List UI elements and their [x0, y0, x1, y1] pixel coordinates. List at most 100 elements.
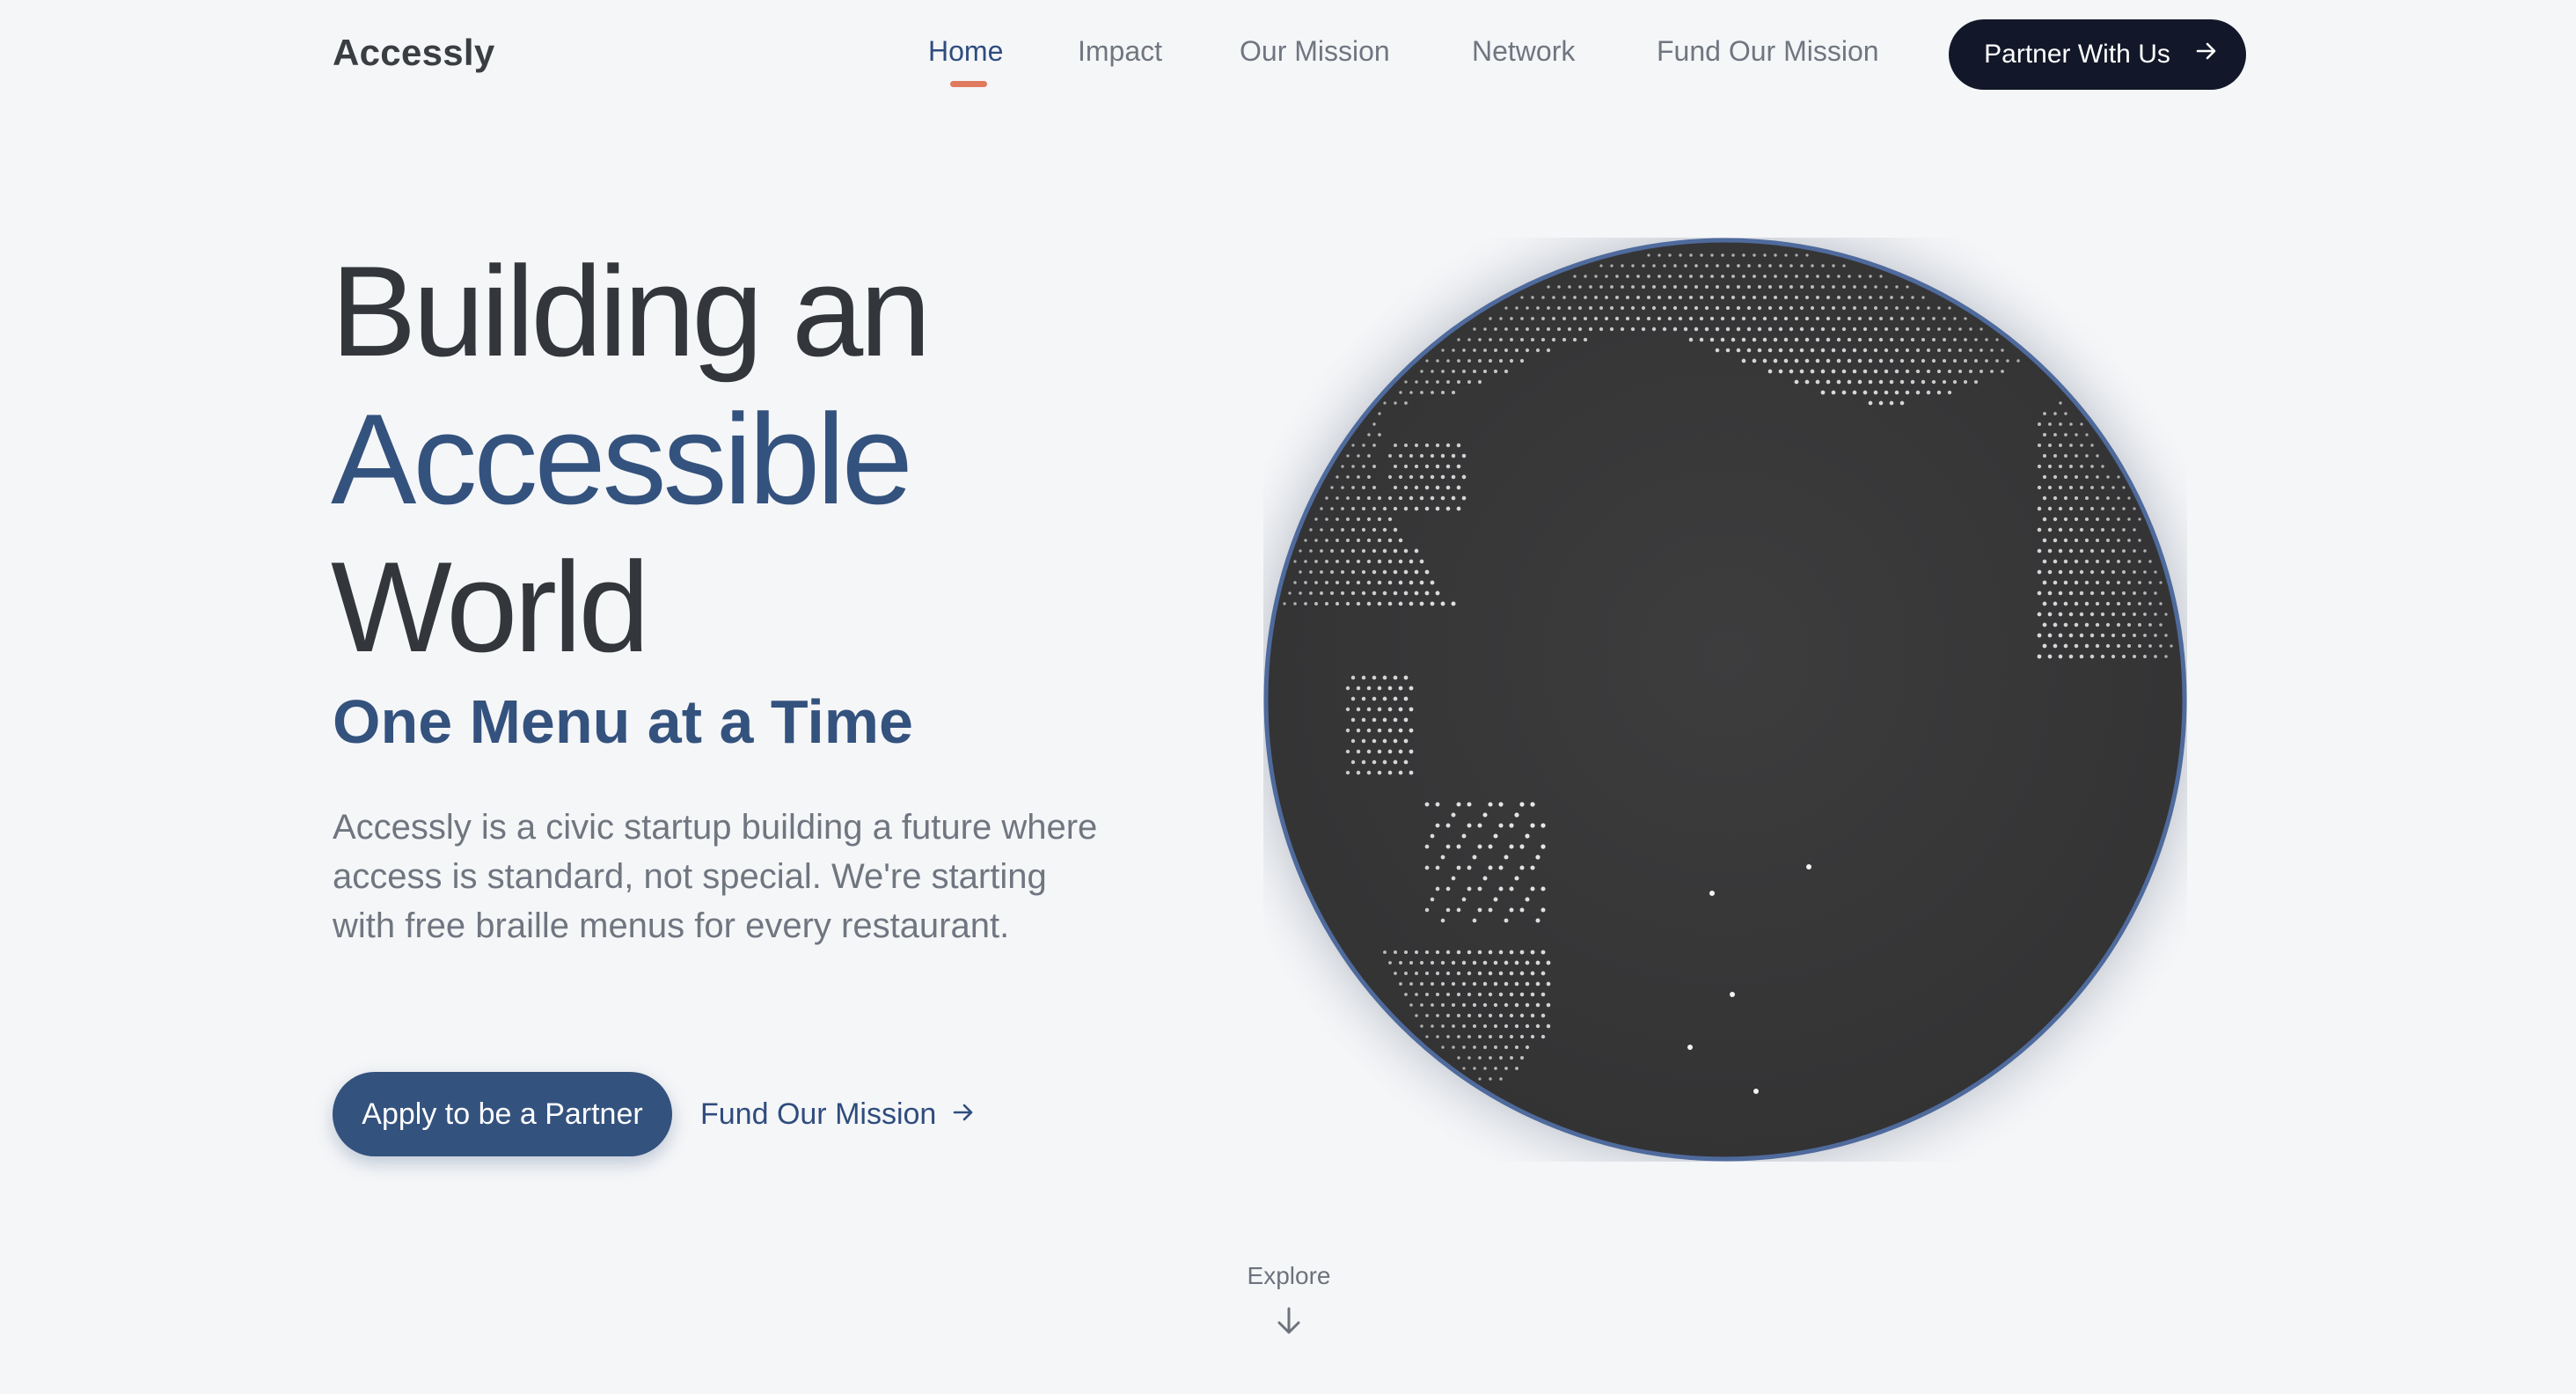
partner-with-us-label: Partner With Us: [1984, 40, 2170, 69]
land-dot: [1461, 897, 1467, 902]
nav-link-home[interactable]: Home: [928, 35, 1003, 87]
land-dot: [1869, 296, 1872, 299]
land-dot: [1841, 390, 1847, 395]
apply-partner-button[interactable]: Apply to be a Partner: [333, 1072, 672, 1156]
land-dot: [1473, 1067, 1476, 1070]
arrow-right-icon: [952, 1097, 975, 1132]
land-dot: [1404, 972, 1408, 975]
land-dot: [1958, 348, 1962, 352]
land-dot: [1694, 305, 1699, 311]
land-dot: [2037, 527, 2042, 532]
land-dot: [1451, 601, 1456, 606]
land-dot: [1520, 338, 1524, 341]
land-dot: [2127, 539, 2131, 542]
nav-link-our-mission[interactable]: Our Mission: [1240, 35, 1390, 68]
land-dot: [1498, 950, 1504, 955]
land-dot: [1398, 580, 1403, 585]
brand-logo[interactable]: Accessly: [333, 32, 495, 74]
land-dot: [1525, 348, 1530, 353]
land-dot: [1530, 1034, 1535, 1039]
land-dot: [2159, 623, 2163, 627]
land-dot: [1473, 348, 1476, 352]
land-dot: [1424, 950, 1430, 955]
land-dot: [1351, 465, 1355, 468]
land-dot: [1488, 358, 1493, 363]
land-dot: [1757, 326, 1762, 332]
land-dot: [1573, 296, 1577, 299]
land-dot: [2148, 644, 2152, 648]
land-dot: [1435, 485, 1440, 490]
land-dot: [1694, 326, 1699, 332]
land-dot: [2037, 591, 2042, 596]
land-dot: [1815, 337, 1820, 342]
arrow-down-icon[interactable]: [1275, 1306, 1303, 1340]
land-dot: [1662, 305, 1667, 311]
land-dot: [1985, 359, 1988, 363]
land-dot: [1377, 495, 1382, 501]
land-dot: [1757, 305, 1762, 311]
land-dot: [1361, 548, 1366, 554]
land-dot: [1794, 295, 1799, 300]
nav-link-network[interactable]: Network: [1472, 35, 1575, 68]
hero-title-line-1: Building an: [331, 239, 931, 383]
land-dot: [2170, 644, 2173, 648]
land-dot: [1683, 305, 1688, 311]
land-dot: [1815, 379, 1820, 385]
land-dot: [1815, 295, 1820, 300]
fund-mission-link[interactable]: Fund Our Mission: [700, 1091, 975, 1137]
land-dot: [1736, 348, 1741, 353]
land-dot: [1599, 305, 1604, 311]
land-dot: [1488, 907, 1493, 913]
land-dot: [1430, 897, 1435, 902]
land-dot: [1435, 591, 1440, 596]
land-dot: [1578, 306, 1582, 310]
land-dot: [1774, 253, 1777, 257]
land-dot: [1415, 993, 1418, 996]
land-dot: [1985, 338, 1988, 341]
land-dot: [1915, 390, 1921, 395]
land-dot: [2058, 654, 2063, 659]
land-dot: [2069, 422, 2073, 426]
land-dot: [1377, 580, 1382, 585]
land-dot: [1445, 823, 1451, 828]
explore-label[interactable]: Explore: [1218, 1262, 1359, 1290]
land-dot: [1936, 390, 1942, 395]
land-dot: [2058, 464, 2063, 469]
land-dot: [1725, 348, 1731, 353]
land-dot: [1420, 1003, 1423, 1007]
land-dot: [1948, 327, 1951, 331]
land-dot: [1910, 379, 1915, 385]
land-dot: [1562, 337, 1567, 342]
land-dot: [1679, 275, 1682, 278]
land-dot: [1498, 1013, 1504, 1018]
land-dot: [1393, 548, 1398, 554]
land-dot: [1721, 253, 1724, 257]
land-dot: [1409, 580, 1414, 585]
nav-link-impact[interactable]: Impact: [1078, 35, 1162, 68]
partner-with-us-button[interactable]: Partner With Us: [1949, 19, 2246, 90]
nav-link-fund-our-mission[interactable]: Fund Our Mission: [1657, 35, 1879, 68]
land-dot: [1953, 317, 1957, 320]
land-dot: [1948, 348, 1951, 352]
land-dot: [1288, 591, 1292, 595]
land-dot: [1599, 326, 1604, 332]
land-dot: [1895, 306, 1899, 310]
land-dot: [1610, 285, 1614, 289]
land-dot: [1995, 359, 1999, 363]
land-dot: [1345, 538, 1350, 543]
land-dot: [1577, 326, 1583, 332]
land-dot: [1937, 327, 1941, 331]
land-dot: [2038, 422, 2041, 426]
land-dot: [1446, 1035, 1450, 1038]
land-dot: [1403, 738, 1409, 744]
land-dot: [1304, 581, 1307, 584]
land-dot: [2047, 654, 2053, 659]
land-dot: [1584, 275, 1587, 278]
land-dot: [1435, 950, 1440, 955]
land-dot: [1504, 1067, 1508, 1070]
land-dot: [1689, 253, 1693, 257]
land-dot: [1393, 738, 1398, 744]
land-dot: [1704, 305, 1709, 311]
land-dot: [1377, 686, 1382, 691]
land-dot: [2111, 569, 2116, 575]
